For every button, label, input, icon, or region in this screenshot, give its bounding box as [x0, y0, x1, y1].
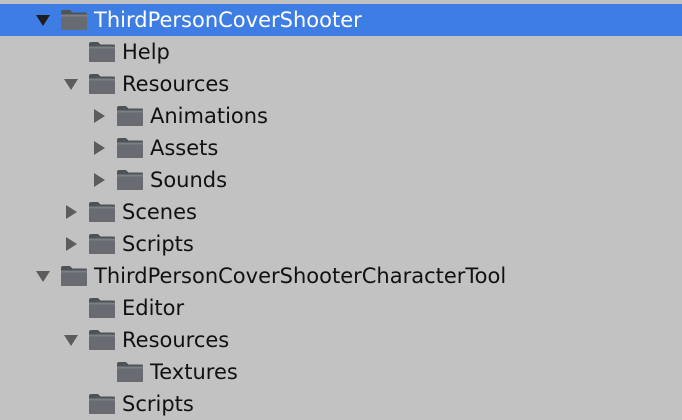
collapsed-arrow-icon[interactable] [62, 235, 80, 253]
tree-row-animations[interactable]: Animations [0, 100, 682, 132]
collapsed-arrow-icon[interactable] [62, 203, 80, 221]
folder-icon [89, 42, 115, 62]
folder-icon [117, 362, 143, 382]
tree-row-textures[interactable]: Textures [0, 356, 682, 388]
folder-icon [61, 10, 87, 30]
tree-row-resources-2[interactable]: Resources [0, 324, 682, 356]
tree-item-label: Animations [150, 104, 269, 128]
tree-item-label: Textures [150, 360, 238, 384]
expanded-arrow-icon[interactable] [34, 11, 52, 29]
tree-item-label: ThirdPersonCoverShooterCharacterTool [94, 264, 507, 288]
tree-item-label: Scenes [122, 200, 197, 224]
folder-icon [89, 234, 115, 254]
tree-row-thirdpersoncovershootercharactertool[interactable]: ThirdPersonCoverShooterCharacterTool [0, 260, 682, 292]
folder-icon [89, 298, 115, 318]
tree-row-help[interactable]: Help [0, 36, 682, 68]
expanded-arrow-icon[interactable] [34, 267, 52, 285]
folder-icon [117, 106, 143, 126]
tree-item-label: Scripts [122, 392, 194, 416]
folder-icon [89, 330, 115, 350]
tree-item-label: ThirdPersonCoverShooter [94, 8, 362, 32]
tree-row-scenes[interactable]: Scenes [0, 196, 682, 228]
collapsed-arrow-icon[interactable] [90, 107, 108, 125]
tree-row-scripts-2[interactable]: Scripts [0, 388, 682, 420]
folder-icon [89, 394, 115, 414]
tree-row-assets[interactable]: Assets [0, 132, 682, 164]
expanded-arrow-icon[interactable] [62, 331, 80, 349]
tree-row-editor[interactable]: Editor [0, 292, 682, 324]
collapsed-arrow-icon[interactable] [90, 171, 108, 189]
tree-item-label: Help [122, 40, 170, 64]
folder-icon [61, 266, 87, 286]
tree-item-label: Editor [122, 296, 185, 320]
project-folder-tree: ThirdPersonCoverShooter Help Resources A… [0, 0, 682, 420]
expanded-arrow-icon[interactable] [62, 75, 80, 93]
tree-row-thirdpersoncovershooter[interactable]: ThirdPersonCoverShooter [0, 4, 682, 36]
folder-icon [117, 138, 143, 158]
tree-item-label: Resources [122, 72, 230, 96]
tree-row-resources[interactable]: Resources [0, 68, 682, 100]
tree-row-scripts[interactable]: Scripts [0, 228, 682, 260]
tree-item-label: Assets [150, 136, 219, 160]
tree-item-label: Resources [122, 328, 230, 352]
folder-icon [117, 170, 143, 190]
folder-icon [89, 74, 115, 94]
tree-item-label: Scripts [122, 232, 194, 256]
tree-row-sounds[interactable]: Sounds [0, 164, 682, 196]
collapsed-arrow-icon[interactable] [90, 139, 108, 157]
folder-icon [89, 202, 115, 222]
tree-item-label: Sounds [150, 168, 228, 192]
